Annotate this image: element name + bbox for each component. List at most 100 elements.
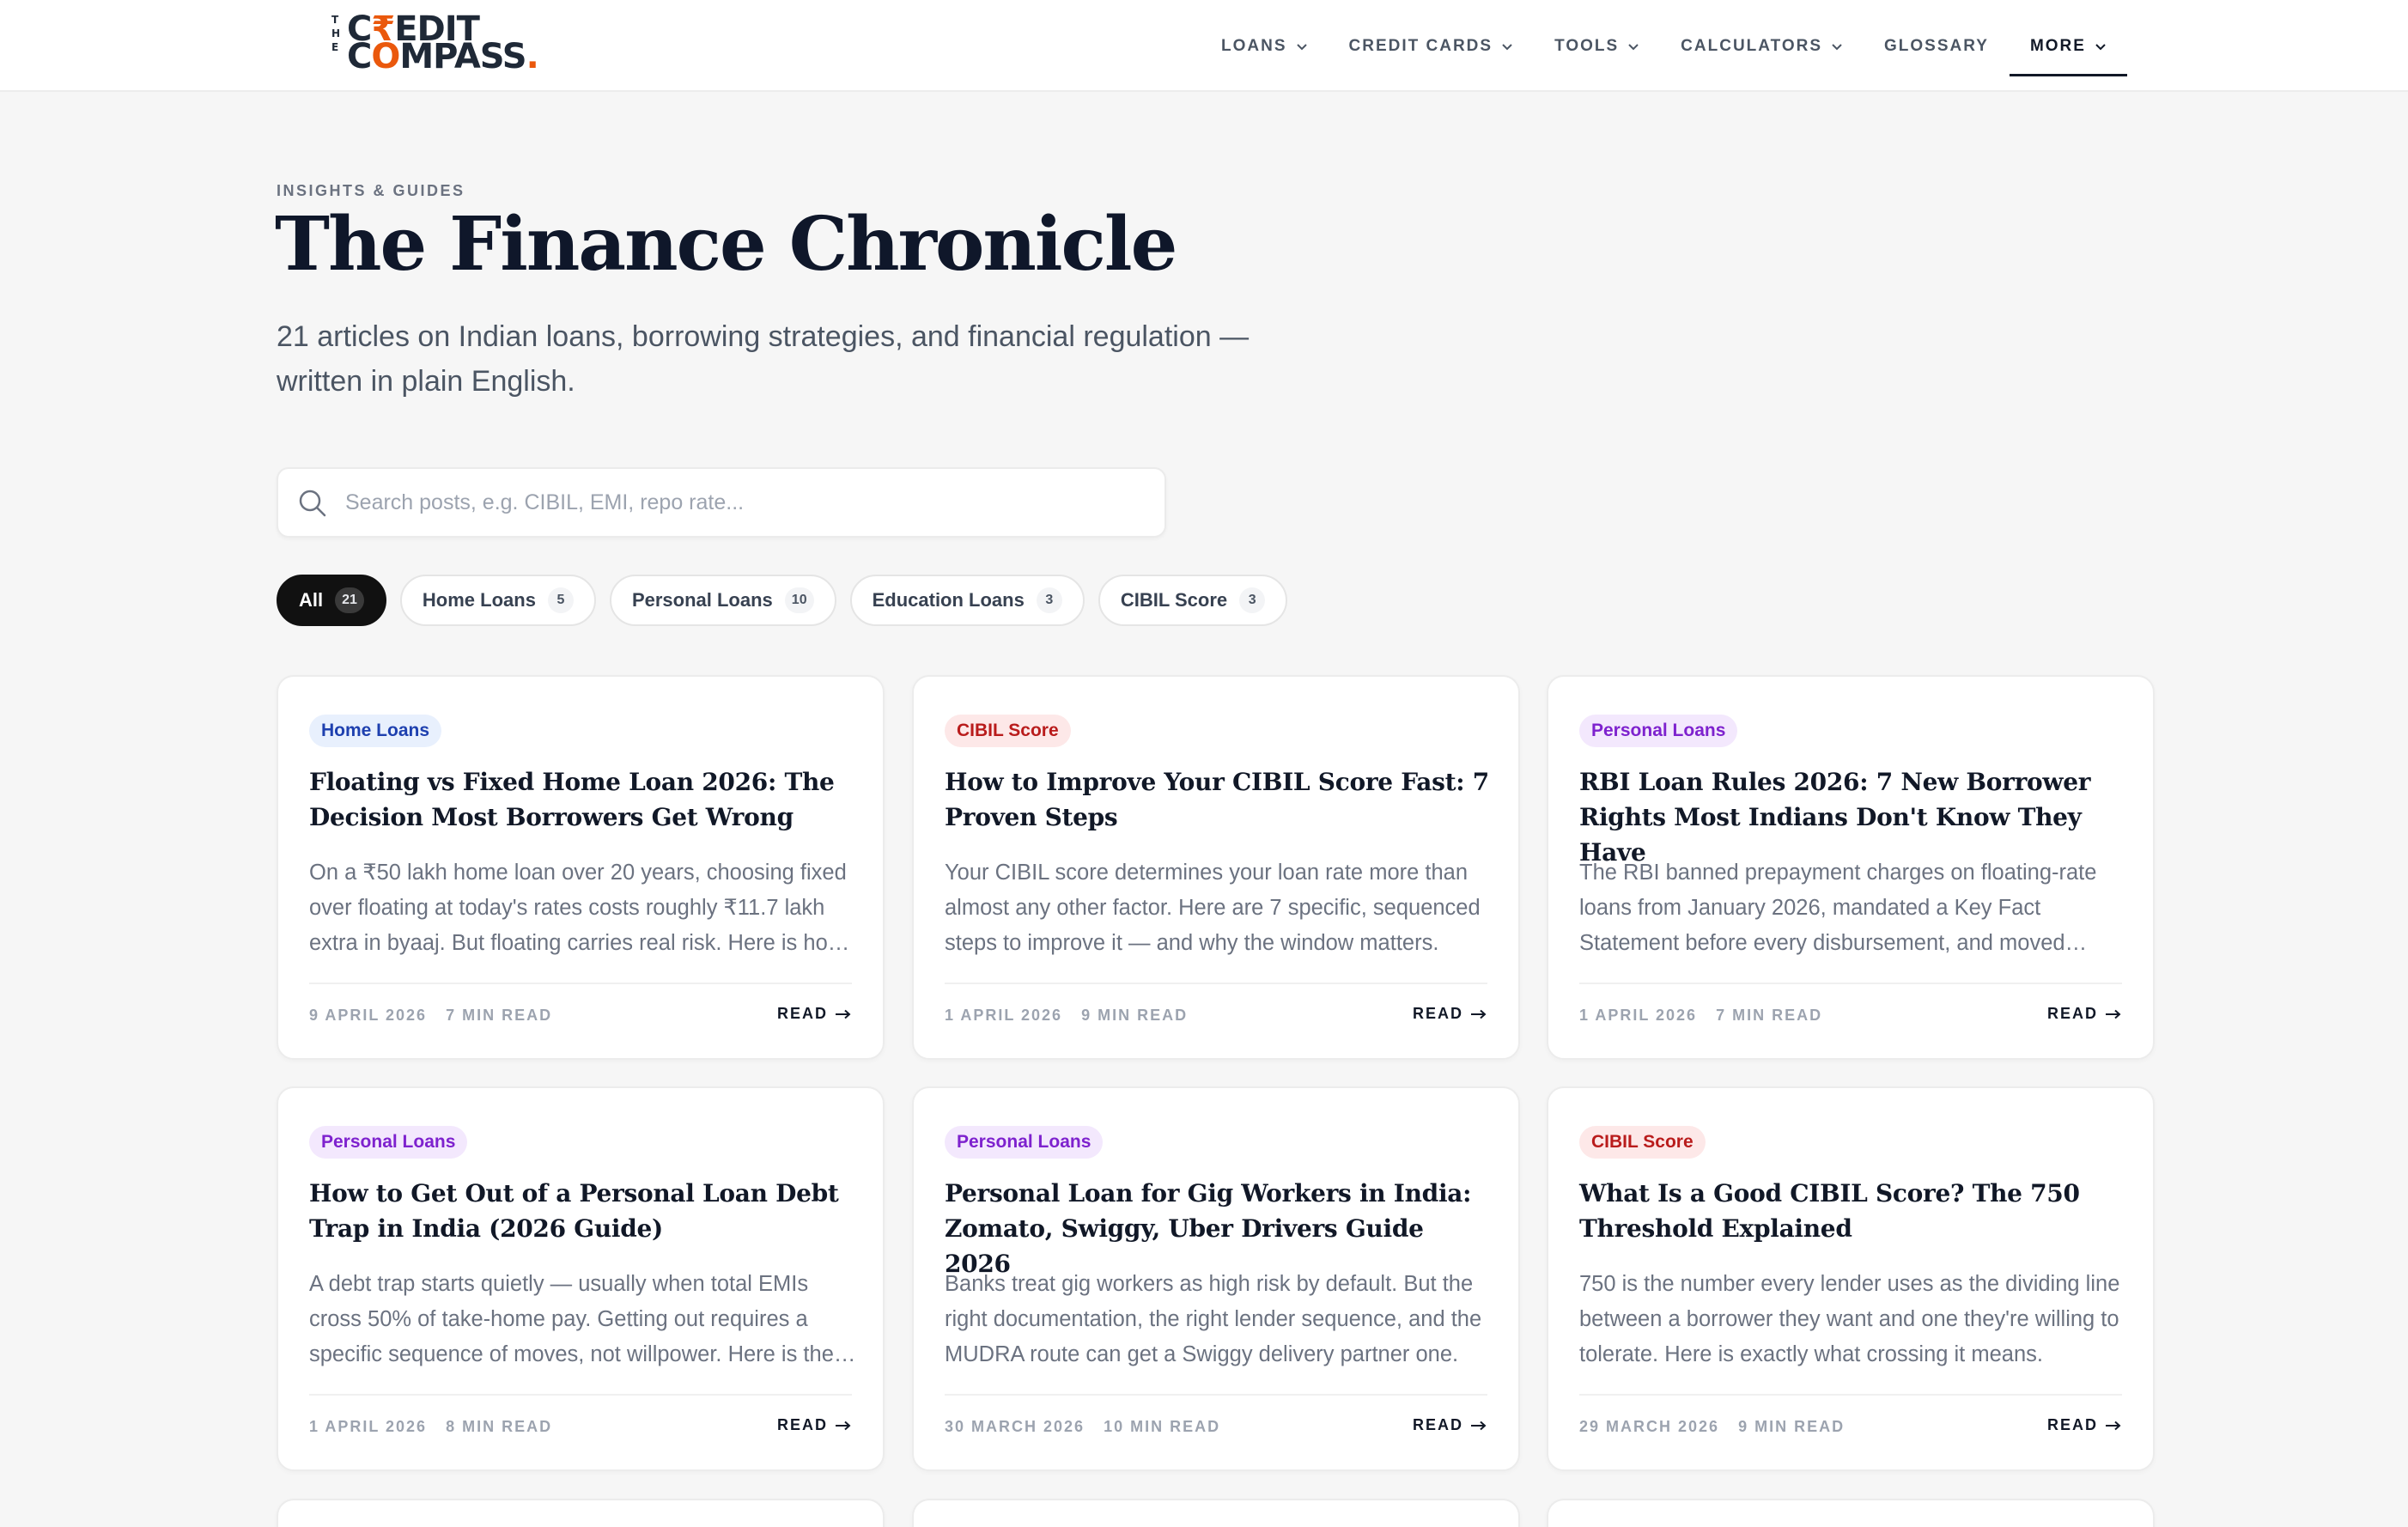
read-label: READ	[2046, 1416, 2098, 1433]
category-tag: Personal Loans	[309, 1126, 468, 1159]
arrow-right-icon	[1470, 1421, 1487, 1431]
article-title[interactable]: Floating vs Fixed Home Loan 2026: The De…	[309, 764, 859, 835]
nav-label: MORE	[2029, 36, 2086, 55]
logo-dot: .	[526, 37, 539, 76]
article-date: 1 APRIL 2026	[309, 1418, 428, 1435]
article-title[interactable]: RBI Loan Rules 2026: 7 New Borrower Righ…	[1579, 764, 2129, 870]
article-read-time: 7 MIN READ	[446, 1007, 553, 1024]
filter-count-badge: 3	[1239, 587, 1266, 613]
article-card[interactable]: Personal Loans Personal Loan for Gig Wor…	[912, 1086, 1520, 1471]
page-subtitle: 21 articles on Indian loans, borrowing s…	[277, 320, 1250, 398]
read-link[interactable]: READ	[2047, 1416, 2122, 1434]
nav-glossary[interactable]: GLOSSARY	[1864, 0, 2010, 92]
main-nav: LOANS CREDIT CARDS TOOLS CALCULATORS GLO…	[1201, 0, 2127, 92]
filter-label: All	[299, 589, 324, 611]
nav-calculators[interactable]: CALCULATORS	[1660, 0, 1864, 92]
article-title[interactable]: How to Get Out of a Personal Loan Debt T…	[309, 1176, 859, 1246]
chevron-down-icon	[1501, 42, 1513, 51]
article-date: 9 APRIL 2026	[309, 1007, 428, 1024]
filter-count-badge: 21	[335, 587, 364, 613]
nav-more[interactable]: MORE	[2009, 0, 2127, 92]
section-eyebrow: INSIGHTS & GUIDES	[277, 182, 465, 199]
article-meta: 1 APRIL 2026 9 MIN READ	[945, 1007, 1188, 1025]
filter-home-loans[interactable]: Home Loans 5	[399, 575, 596, 626]
search-box	[277, 467, 1166, 538]
read-label: READ	[776, 1005, 828, 1022]
article-title[interactable]: Personal Loan for Gig Workers in India: …	[945, 1176, 1494, 1281]
filter-education-loans[interactable]: Education Loans 3	[849, 575, 1085, 626]
logo-line-compass: COMPASS.	[347, 37, 539, 76]
arrow-right-icon	[2105, 1421, 2122, 1431]
card-divider	[1579, 1394, 2122, 1396]
read-link[interactable]: READ	[777, 1005, 852, 1023]
logo-mini-letter: E	[331, 41, 339, 53]
nav-label: CALCULATORS	[1681, 36, 1823, 55]
article-read-time: 9 MIN READ	[1738, 1418, 1846, 1435]
article-card[interactable]: CIBIL Score How to Improve Your CIBIL Sc…	[912, 675, 1520, 1060]
card-divider	[309, 1394, 852, 1396]
filter-cibil-score[interactable]: CIBIL Score 3	[1098, 575, 1288, 626]
article-date: 29 MARCH 2026	[1579, 1418, 1720, 1435]
article-meta: 1 APRIL 2026 7 MIN READ	[1579, 1007, 1822, 1025]
filter-all[interactable]: All 21	[277, 575, 386, 626]
nav-credit-cards[interactable]: CREDIT CARDS	[1329, 0, 1535, 92]
article-meta: 1 APRIL 2026 8 MIN READ	[309, 1418, 552, 1436]
article-meta: 29 MARCH 2026 9 MIN READ	[1579, 1418, 1845, 1436]
filter-personal-loans[interactable]: Personal Loans 10	[609, 575, 836, 626]
read-label: READ	[1412, 1005, 1463, 1022]
arrow-right-icon	[1470, 1009, 1487, 1019]
nav-label: TOOLS	[1554, 36, 1620, 55]
read-link[interactable]: READ	[2047, 1005, 2122, 1023]
article-title[interactable]: What Is a Good CIBIL Score? The 750 Thre…	[1579, 1176, 2129, 1246]
card-divider	[1579, 983, 2122, 984]
article-read-time: 7 MIN READ	[1716, 1007, 1823, 1024]
arrow-right-icon	[835, 1421, 852, 1431]
nav-label: CREDIT CARDS	[1348, 36, 1493, 55]
arrow-right-icon	[2105, 1009, 2122, 1019]
article-excerpt: On a ₹50 lakh home loan over 20 years, c…	[309, 861, 847, 955]
logo-text: MPASS	[399, 37, 526, 76]
category-tag: Personal Loans	[945, 1126, 1104, 1159]
logo-mini-letter: T	[331, 14, 339, 26]
filter-label: Home Loans	[422, 589, 536, 611]
filter-label: Personal Loans	[631, 589, 773, 611]
read-label: READ	[1412, 1416, 1463, 1433]
article-meta: 9 APRIL 2026 7 MIN READ	[309, 1007, 552, 1025]
nav-loans[interactable]: LOANS	[1201, 0, 1329, 92]
nav-tools[interactable]: TOOLS	[1534, 0, 1660, 92]
chevron-down-icon	[1831, 42, 1843, 51]
article-card[interactable]: Personal Loans RBI Loan Rules 2026: 7 Ne…	[1547, 675, 2155, 1060]
site-logo[interactable]: T H E C₹EDIT COMPASS.	[330, 9, 539, 74]
top-navigation-bar: T H E C₹EDIT COMPASS. LOANS CREDIT CARDS…	[0, 0, 2408, 92]
chevron-down-icon	[1627, 42, 1639, 51]
read-link[interactable]: READ	[777, 1416, 852, 1434]
article-card[interactable]: CIBIL Score What Is a Good CIBIL Score? …	[1547, 1086, 2155, 1471]
category-filters: All 21 Home Loans 5 Personal Loans 10 Ed…	[277, 575, 1288, 626]
article-card-partial[interactable]	[912, 1499, 1520, 1527]
article-excerpt: Your CIBIL score determines your loan ra…	[945, 861, 1481, 955]
page-title: The Finance Chronicle	[275, 201, 1177, 288]
article-card[interactable]: Personal Loans How to Get Out of a Perso…	[277, 1086, 885, 1471]
search-icon	[297, 488, 328, 523]
read-label: READ	[2046, 1005, 2098, 1022]
article-title[interactable]: How to Improve Your CIBIL Score Fast: 7 …	[945, 764, 1494, 835]
search-input[interactable]	[345, 481, 1144, 524]
filter-label: Education Loans	[872, 589, 1025, 611]
filter-count-badge: 3	[1036, 587, 1062, 613]
logo-text: C	[347, 37, 372, 76]
category-tag: CIBIL Score	[1579, 1126, 1706, 1159]
article-date: 1 APRIL 2026	[1579, 1007, 1698, 1024]
article-meta: 30 MARCH 2026 10 MIN READ	[945, 1418, 1220, 1436]
filter-label: CIBIL Score	[1120, 589, 1228, 611]
article-read-time: 8 MIN READ	[446, 1418, 553, 1435]
read-link[interactable]: READ	[1413, 1416, 1487, 1434]
article-read-time: 9 MIN READ	[1081, 1007, 1189, 1024]
article-card-partial[interactable]	[1547, 1499, 2155, 1527]
article-excerpt: Banks treat gig workers as high risk by …	[945, 1272, 1482, 1366]
article-excerpt: 750 is the number every lender uses as t…	[1579, 1272, 2120, 1366]
article-excerpt: The RBI banned prepayment charges on flo…	[1579, 861, 2097, 955]
chevron-down-icon	[1296, 42, 1308, 51]
article-card-partial[interactable]	[277, 1499, 885, 1527]
article-card[interactable]: Home Loans Floating vs Fixed Home Loan 2…	[277, 675, 885, 1060]
read-link[interactable]: READ	[1413, 1005, 1487, 1023]
